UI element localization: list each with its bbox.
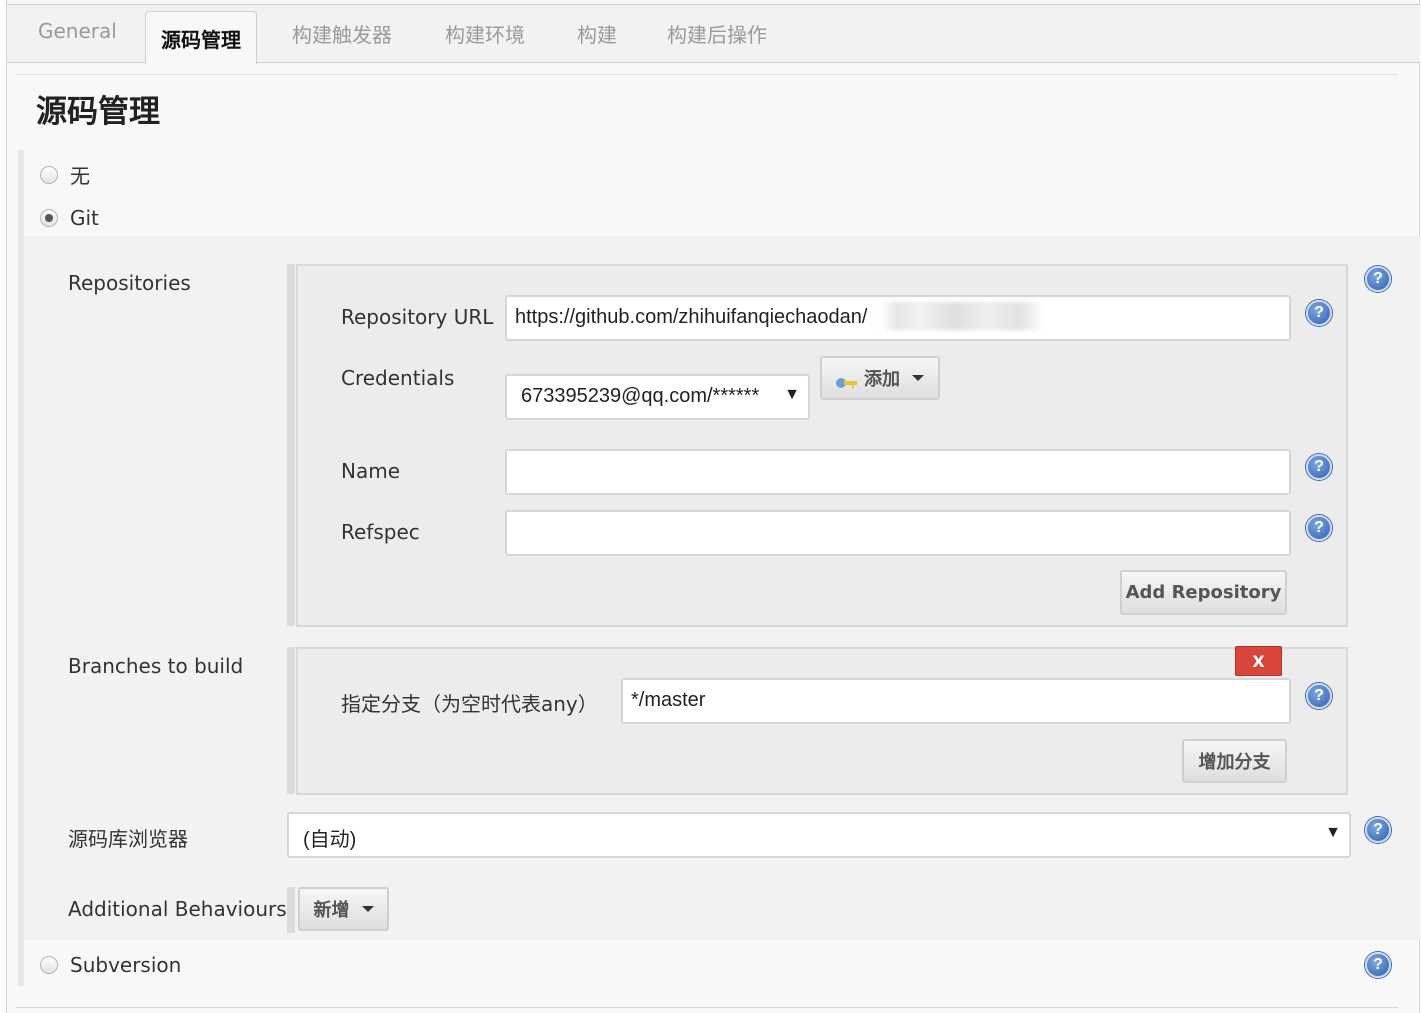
credentials-select[interactable]: 673395239@qq.com/****** ▼ <box>505 374 810 420</box>
key-icon <box>836 373 857 388</box>
tab-build-environment[interactable]: 构建环境 <box>445 19 525 48</box>
repositories-bar <box>287 264 295 626</box>
section-title: 源码管理 <box>36 94 160 130</box>
delete-branch-button[interactable]: X <box>1235 646 1282 676</box>
add-behaviour-label: 新增 <box>313 900 350 921</box>
chevron-down-icon <box>912 375 924 381</box>
repository-browser-select[interactable]: (自动) ▼ <box>287 812 1351 858</box>
scm-option-none-label: 无 <box>70 164 90 188</box>
refspec-help-icon[interactable]: ? <box>1306 515 1332 541</box>
credentials-label: Credentials <box>341 366 455 390</box>
scm-option-subversion[interactable]: Subversion <box>40 953 181 977</box>
dropdown-arrow-icon: ▼ <box>784 386 800 403</box>
branches-bar <box>287 647 295 794</box>
tab-general[interactable]: General <box>38 19 117 43</box>
refspec-input[interactable] <box>505 510 1291 556</box>
tab-build[interactable]: 构建 <box>577 19 617 48</box>
credentials-select-value: 673395239@qq.com/****** <box>521 385 760 407</box>
tab-post-build-actions[interactable]: 构建后操作 <box>667 19 767 48</box>
add-credentials-button[interactable]: 添加 <box>820 356 940 400</box>
name-help-icon[interactable]: ? <box>1306 454 1332 480</box>
scm-option-none[interactable]: 无 <box>40 160 90 189</box>
repository-url-label: Repository URL <box>341 305 494 329</box>
name-label: Name <box>341 459 401 483</box>
add-branch-button[interactable]: 增加分支 <box>1182 739 1287 783</box>
behaviours-bar <box>287 887 295 933</box>
scm-option-git-label: Git <box>70 206 99 230</box>
branch-spec-input[interactable]: */master <box>621 678 1291 724</box>
repository-browser-help-icon[interactable]: ? <box>1365 817 1391 843</box>
name-input[interactable] <box>505 449 1291 495</box>
repositories-label: Repositories <box>68 271 191 295</box>
add-credentials-label: 添加 <box>864 369 900 390</box>
branch-spec-label: 指定分支（为空时代表any） <box>341 692 598 716</box>
bottom-divider <box>16 1007 1398 1008</box>
additional-behaviours-label: Additional Behaviours <box>68 897 287 921</box>
config-tab-bar: General 源码管理 构建触发器 构建环境 构建 构建后操作 <box>7 5 1420 64</box>
radio-none[interactable] <box>40 165 58 184</box>
redacted-url-blur <box>880 302 1044 330</box>
scm-option-subversion-label: Subversion <box>70 953 182 977</box>
tab-source-code-management[interactable]: 源码管理 <box>145 11 257 64</box>
repository-url-help-icon[interactable]: ? <box>1306 300 1332 326</box>
tab-build-triggers[interactable]: 构建触发器 <box>292 19 392 48</box>
branches-label: Branches to build <box>68 654 244 678</box>
repository-browser-value: (自动) <box>303 829 357 851</box>
subversion-help-icon[interactable]: ? <box>1365 952 1391 978</box>
radio-git[interactable] <box>40 209 58 227</box>
chevron-down-icon <box>361 906 374 912</box>
repositories-help-icon[interactable]: ? <box>1365 266 1391 292</box>
repository-browser-label: 源码库浏览器 <box>68 827 188 851</box>
branch-spec-help-icon[interactable]: ? <box>1306 683 1332 709</box>
scm-option-git[interactable]: Git <box>40 206 99 230</box>
dropdown-arrow-icon: ▼ <box>1325 824 1341 841</box>
refspec-label: Refspec <box>341 520 420 544</box>
add-behaviour-button[interactable]: 新增 <box>298 887 389 931</box>
radio-subversion[interactable] <box>40 956 58 974</box>
section-divider <box>16 74 1398 75</box>
add-repository-button[interactable]: Add Repository <box>1120 570 1287 615</box>
